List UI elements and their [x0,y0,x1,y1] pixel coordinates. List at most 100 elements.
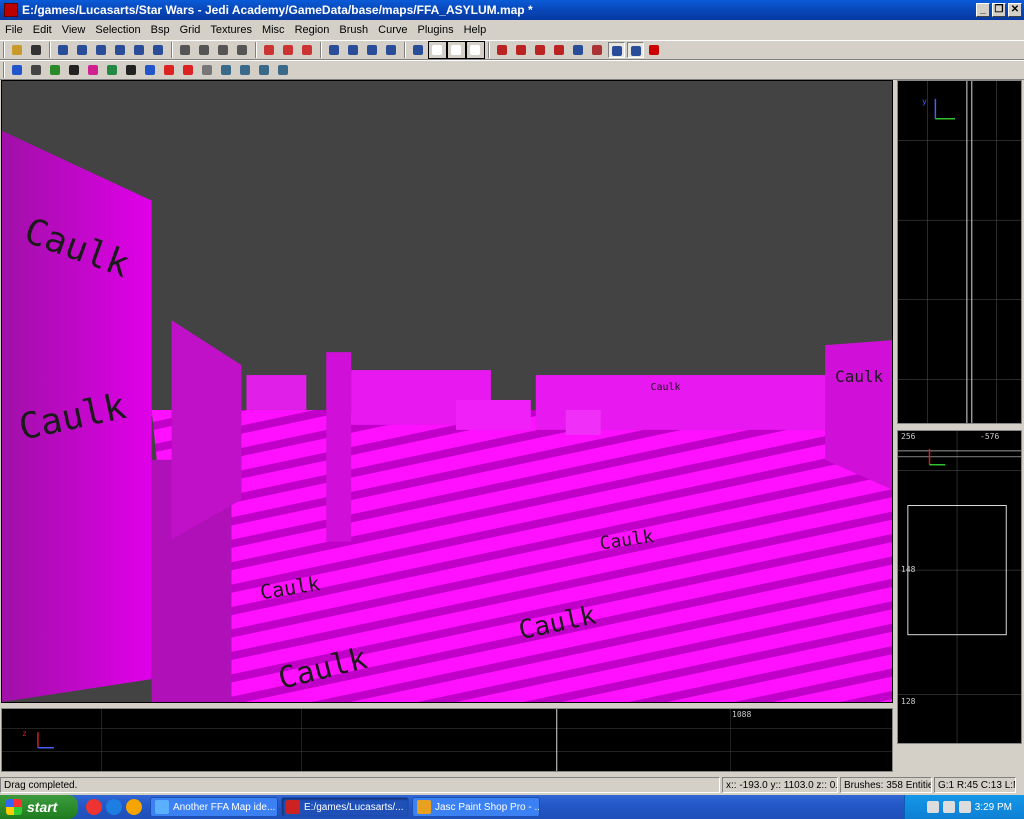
bug-icon[interactable] [123,62,140,78]
tray-icon-3[interactable] [958,801,971,813]
menu-brush[interactable]: Brush [334,24,373,36]
status-bar: Drag completed. x:: -193.0 y:: 1103.0 z:… [0,776,1024,794]
mirror2-icon[interactable] [180,62,197,78]
quick-launch [84,799,144,815]
windows-taskbar: start Another FFA Map ide... E:/games/Lu… [0,795,1024,819]
menu-textures[interactable]: Textures [205,24,257,36]
menu-edit[interactable]: Edit [28,24,57,36]
radiant-task-icon [286,800,300,814]
distant-block-3 [455,399,531,430]
ortho-view-bottom[interactable]: 1088 z [1,708,893,772]
menu-help[interactable]: Help [459,24,492,36]
menu-bsp[interactable]: Bsp [146,24,175,36]
ie-icon[interactable] [106,799,122,815]
ortho-bottom-grid [2,709,892,771]
rotate-lock-icon[interactable] [551,42,568,58]
tray-icon-1[interactable] [926,801,939,813]
psp-task-icon [417,800,431,814]
distant-block-1 [246,375,307,410]
select-partial-icon[interactable] [196,42,213,58]
clipper-icon[interactable] [326,42,343,58]
refresh-icon[interactable] [47,62,64,78]
csg-subtract-icon[interactable] [261,42,278,58]
misc-icon[interactable] [646,42,663,58]
grid-icon[interactable] [199,62,216,78]
view-xz-icon[interactable] [447,41,466,59]
close-button[interactable]: ✕ [1008,3,1022,17]
texture-view-icon[interactable] [364,42,381,58]
menu-misc[interactable]: Misc [257,24,290,36]
task-label-2: E:/games/Lucasarts/... [304,801,404,813]
restore-button[interactable]: ❐ [992,3,1006,17]
select-touching-icon[interactable] [234,42,251,58]
status-counts: Brushes: 358 Entities: 0 [840,777,932,793]
filter-icon[interactable] [494,42,511,58]
messenger-icon[interactable] [126,799,142,815]
menu-file[interactable]: File [0,24,28,36]
clock[interactable]: 3:29 PM [975,802,1012,813]
flip-x-icon[interactable] [55,42,72,58]
radiant-app: E:/games/Lucasarts/Star Wars - Jedi Acad… [0,0,1024,819]
menu-region[interactable]: Region [290,24,335,36]
hollow-icon[interactable] [299,42,316,58]
ie-task-icon [155,800,169,814]
ortho-top-grid [898,81,1021,423]
task-label-3: Jasc Paint Shop Pro - ... [435,801,540,813]
entity-icon[interactable] [570,42,587,58]
flip-z-icon[interactable] [93,42,110,58]
minimize-button[interactable]: _ [976,3,990,17]
mirror-icon[interactable] [161,62,178,78]
camera-change-icon[interactable] [410,42,427,58]
task-button-3[interactable]: Jasc Paint Shop Pro - ... [412,797,540,817]
app-icon [4,3,18,17]
tray-icon-2[interactable] [942,801,955,813]
select-inside-icon[interactable] [215,42,232,58]
rotate-z-icon[interactable] [150,42,167,58]
drag-vertices-icon[interactable] [608,42,625,58]
floor-surface [151,409,892,702]
filter-b-icon[interactable] [237,62,254,78]
color-icon[interactable] [85,62,102,78]
start-button[interactable]: start [0,795,78,819]
select-complete-icon[interactable] [177,42,194,58]
menu-selection[interactable]: Selection [90,24,145,36]
cube-clip-icon[interactable] [383,42,400,58]
rotate-x-icon[interactable] [112,42,129,58]
tree-icon[interactable] [104,62,121,78]
task-button-2[interactable]: E:/games/Lucasarts/... [281,797,409,817]
ortho-coord-x: 1088 [732,710,752,719]
menu-grid[interactable]: Grid [175,24,206,36]
start-label: start [27,799,58,815]
view-xy-icon[interactable] [428,41,447,59]
patch-icon[interactable] [513,42,530,58]
brush-icon[interactable] [28,62,45,78]
change-view-icon[interactable] [345,42,362,58]
csg-merge-icon[interactable] [280,42,297,58]
menu-curve[interactable]: Curve [373,24,412,36]
status-grid: G:1 R:45 C:13 L:MR [934,777,1016,793]
cam-icon[interactable] [9,62,26,78]
filter-a-icon[interactable] [218,62,235,78]
texture-lock-icon[interactable] [532,42,549,58]
ortho-view-side[interactable]: 256 -576 148 128 [897,430,1022,744]
menu-plugins[interactable]: Plugins [413,24,459,36]
drag-edges-icon[interactable] [589,42,606,58]
camera-3d-viewport[interactable]: Caulk Caulk Caulk Caulk Caulk Caulk Caul… [1,80,893,703]
menu-view[interactable]: View [57,24,91,36]
view-yz-icon[interactable] [466,41,485,59]
ortho-view-top[interactable]: y [897,80,1022,424]
arrow-down-icon[interactable] [142,62,159,78]
rotate-y-icon[interactable] [131,42,148,58]
flip-y-icon[interactable] [74,42,91,58]
task-button-1[interactable]: Another FFA Map ide... [150,797,278,817]
open-icon[interactable] [9,42,26,58]
circle-icon[interactable] [66,62,83,78]
save-icon[interactable] [28,42,45,58]
browser-icon[interactable] [86,799,102,815]
toolbar-grip [3,62,5,78]
filter-d-icon[interactable] [275,62,292,78]
title-bar[interactable]: E:/games/Lucasarts/Star Wars - Jedi Acad… [0,0,1024,20]
move-icon[interactable] [627,42,644,58]
filter-c-icon[interactable] [256,62,273,78]
caulk-label-7: Caulk [835,367,883,386]
